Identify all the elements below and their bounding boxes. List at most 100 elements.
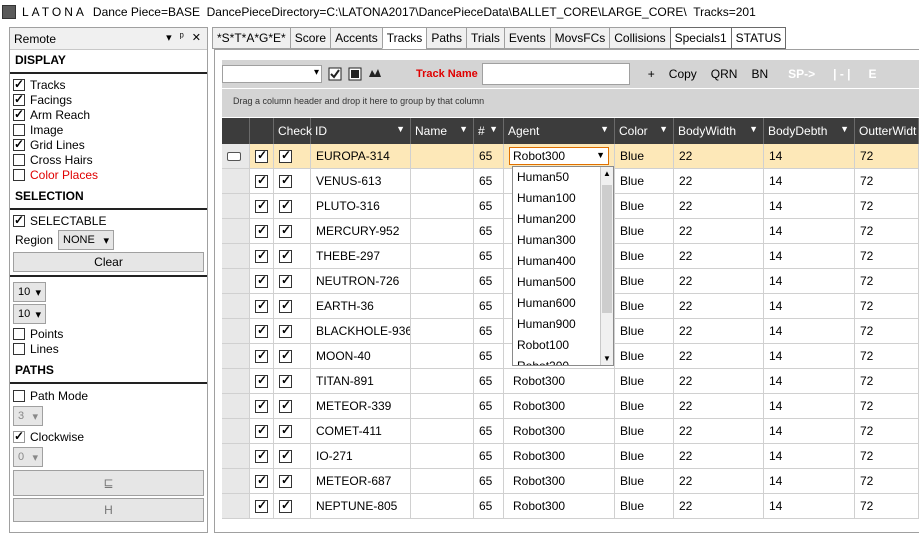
row-select-checkbox[interactable]	[255, 498, 268, 513]
body-width-cell[interactable]: 22	[674, 344, 764, 368]
row-select-checkbox[interactable]	[255, 473, 268, 488]
row-select-cell[interactable]	[250, 344, 274, 368]
row-header[interactable]	[222, 344, 250, 368]
body-width-cell[interactable]: 22	[674, 244, 764, 268]
check-cell[interactable]	[274, 394, 311, 418]
check-all-icon[interactable]	[328, 67, 342, 81]
color-cell[interactable]: Blue	[615, 219, 674, 243]
body-depth-cell[interactable]: 14	[764, 394, 855, 418]
body-depth-cell[interactable]: 14	[764, 219, 855, 243]
row-select-checkbox[interactable]	[255, 398, 268, 413]
table-row[interactable]: TITAN-891 65 Robot300 Blue221472	[222, 369, 919, 394]
path-mode-box[interactable]	[13, 389, 25, 402]
body-depth-cell[interactable]: 14	[764, 194, 855, 218]
row-header[interactable]	[222, 319, 250, 343]
agent-option[interactable]: Human500	[513, 272, 613, 293]
tab-paths[interactable]: Paths	[426, 27, 467, 49]
path-tool-button[interactable]: ⊑	[13, 470, 204, 496]
row-select-cell[interactable]	[250, 219, 274, 243]
check-cell[interactable]	[274, 219, 311, 243]
column-header-outterwidt[interactable]: OutterWidt	[855, 118, 919, 144]
outer-width-cell[interactable]: 72	[855, 244, 919, 268]
agent-select[interactable]: Robot300 ▼	[509, 147, 609, 165]
filter-icon[interactable]: ▼	[600, 124, 609, 134]
refresh-icon[interactable]	[368, 67, 382, 81]
number-cell[interactable]: 65	[474, 319, 504, 343]
body-depth-cell[interactable]: 14	[764, 319, 855, 343]
color-cell[interactable]: Blue	[615, 494, 674, 518]
id-cell[interactable]: VENUS-613	[311, 169, 411, 193]
body-depth-cell[interactable]: 14	[764, 494, 855, 518]
display-option-facings[interactable]: Facings	[10, 92, 207, 107]
body-width-cell[interactable]: 22	[674, 269, 764, 293]
check-checkbox[interactable]	[279, 223, 292, 238]
tab-events[interactable]: Events	[503, 27, 551, 49]
name-cell[interactable]	[411, 194, 474, 218]
toolbar-combo[interactable]	[222, 65, 322, 83]
row-select-cell[interactable]	[250, 244, 274, 268]
number-cell[interactable]: 65	[474, 344, 504, 368]
name-cell[interactable]	[411, 444, 474, 468]
column-header-check[interactable]: Check	[274, 118, 312, 144]
agent-cell[interactable]: Robot300	[504, 494, 615, 518]
name-cell[interactable]	[411, 494, 474, 518]
body-depth-cell[interactable]: 14	[764, 294, 855, 318]
color-cell[interactable]: Blue	[615, 319, 674, 343]
display-option-box[interactable]	[13, 92, 25, 106]
check-cell[interactable]	[274, 494, 311, 518]
id-cell[interactable]: EARTH-36	[311, 294, 411, 318]
check-cell[interactable]	[274, 169, 311, 193]
color-cell[interactable]: Blue	[615, 369, 674, 393]
column-header-color[interactable]: Color ▼	[615, 118, 674, 144]
body-width-cell[interactable]: 22	[674, 494, 764, 518]
number-cell[interactable]: 65	[474, 294, 504, 318]
row-select-cell[interactable]	[250, 169, 274, 193]
row-select-checkbox[interactable]	[255, 323, 268, 338]
number-cell[interactable]: 65	[474, 494, 504, 518]
number-cell[interactable]: 65	[474, 244, 504, 268]
check-checkbox[interactable]	[279, 148, 292, 163]
tab-movsfcs[interactable]: MovsFCs	[549, 27, 611, 49]
body-depth-cell[interactable]: 14	[764, 244, 855, 268]
row-header[interactable]	[222, 269, 250, 293]
number-cell[interactable]: 65	[474, 469, 504, 493]
id-cell[interactable]: METEOR-687	[311, 469, 411, 493]
display-option-tracks[interactable]: Tracks	[10, 77, 207, 92]
body-width-cell[interactable]: 22	[674, 444, 764, 468]
body-width-cell[interactable]: 22	[674, 194, 764, 218]
name-cell[interactable]	[411, 144, 474, 168]
number-cell[interactable]: 65	[474, 144, 504, 168]
name-cell[interactable]	[411, 244, 474, 268]
agent-option[interactable]: Human50	[513, 167, 613, 188]
row-header[interactable]	[222, 419, 250, 443]
tab-score[interactable]: Score	[289, 27, 332, 49]
spin-select-2[interactable]: 10 ▾	[13, 304, 46, 324]
id-cell[interactable]: IO-271	[311, 444, 411, 468]
check-cell[interactable]	[274, 444, 311, 468]
table-row[interactable]: METEOR-339 65 Robot300 Blue221472	[222, 394, 919, 419]
display-option-image[interactable]: Image	[10, 122, 207, 137]
body-width-cell[interactable]: 22	[674, 169, 764, 193]
id-cell[interactable]: MOON-40	[311, 344, 411, 368]
clockwise-checkbox[interactable]: Clockwise	[10, 429, 207, 444]
track-name-input[interactable]	[481, 63, 630, 85]
agent-option[interactable]: Human200	[513, 209, 613, 230]
zero-spin-select[interactable]: 0 ▾	[13, 447, 43, 467]
display-option-color-places[interactable]: Color Places	[10, 167, 207, 182]
name-cell[interactable]	[411, 394, 474, 418]
row-header[interactable]	[222, 294, 250, 318]
row-select-checkbox[interactable]	[255, 423, 268, 438]
outer-width-cell[interactable]: 72	[855, 494, 919, 518]
body-depth-cell[interactable]: 14	[764, 469, 855, 493]
agent-dropdown-list[interactable]: Human50 Human100 Human200 Human300 Human400 H…	[512, 166, 614, 366]
points-box[interactable]	[13, 327, 25, 340]
path-spin-select[interactable]: 3 ▾	[13, 406, 43, 426]
display-option-arm-reach[interactable]: Arm Reach	[10, 107, 207, 122]
check-checkbox[interactable]	[279, 373, 292, 388]
row-header[interactable]	[222, 494, 250, 518]
bar-button[interactable]: | - |	[833, 67, 850, 81]
outer-width-cell[interactable]: 72	[855, 269, 919, 293]
agent-cell[interactable]: Robot300	[504, 369, 615, 393]
body-width-cell[interactable]: 22	[674, 294, 764, 318]
filter-icon[interactable]: ▼	[396, 124, 405, 134]
